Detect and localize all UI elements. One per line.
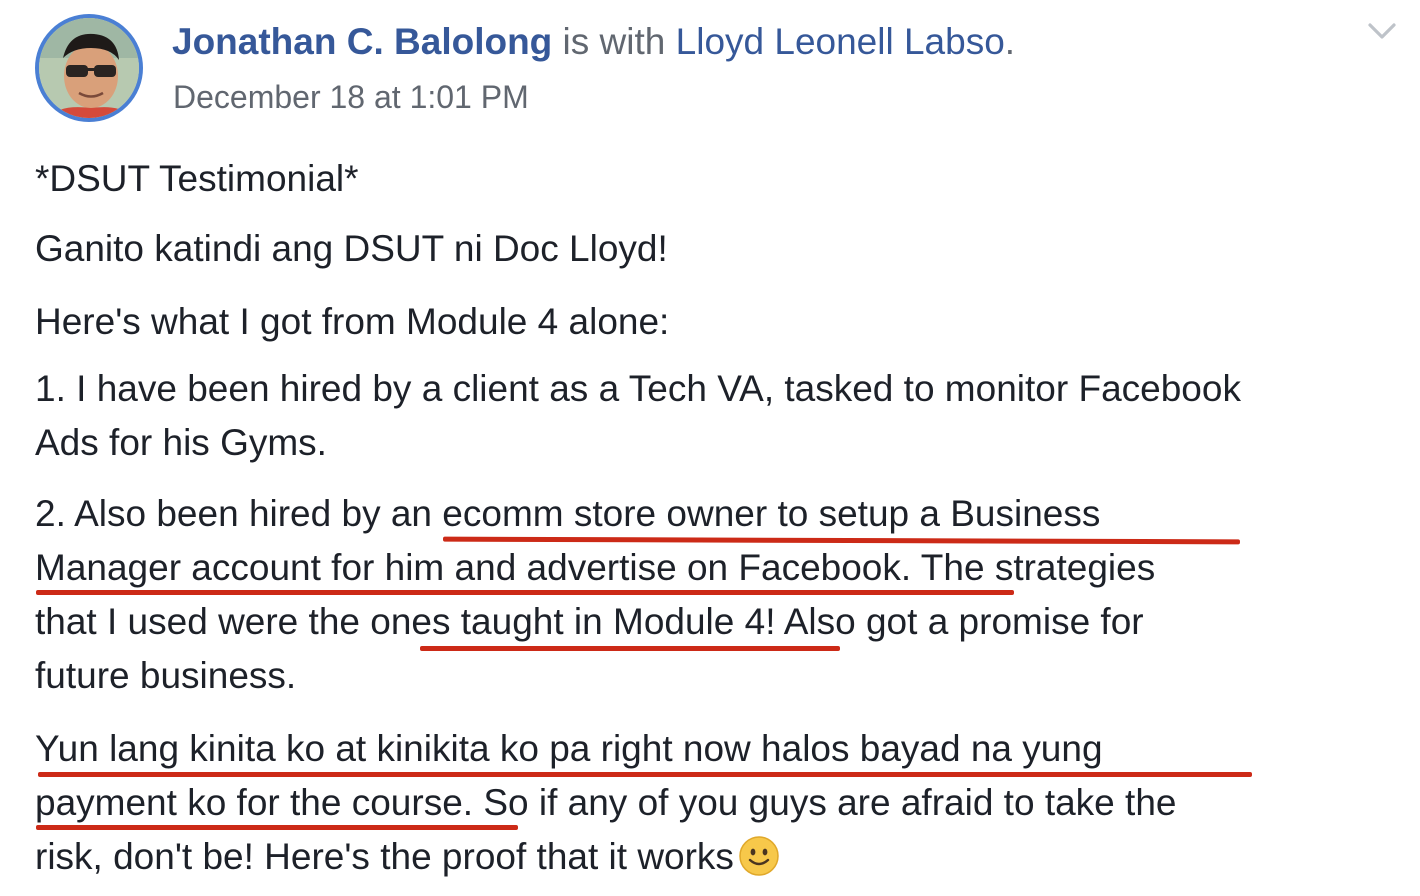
- testimonial-heading: *DSUT Testimonial*: [35, 158, 359, 199]
- item-1-line-2: Ads for his Gyms.: [35, 422, 327, 463]
- closing-line-1: Yun lang kinita ko at kinikita ko pa rig…: [35, 728, 1103, 769]
- closing-line-3-text: risk, don't be! Here's the proof that it…: [35, 836, 734, 877]
- smiley-emoji-icon: [739, 836, 779, 876]
- item-2-line-4: future business.: [35, 655, 297, 696]
- paragraph-closing: Yun lang kinita ko at kinikita ko pa rig…: [35, 722, 1176, 884]
- chevron-down-icon[interactable]: [1364, 16, 1400, 46]
- paragraph-intro: Ganito katindi ang DSUT ni Doc Lloyd!: [35, 228, 668, 269]
- post-timestamp[interactable]: December 18 at 1:01 PM: [173, 74, 529, 120]
- avatar-photo: [39, 18, 139, 118]
- paragraph-module: Here's what I got from Module 4 alone:: [35, 301, 670, 342]
- paragraph-item-2: 2. Also been hired by an ecomm store own…: [35, 487, 1155, 703]
- item-2-line-2: Manager account for him and advertise on…: [35, 547, 1156, 588]
- highlight-underline-5: [36, 825, 518, 830]
- author-name-link[interactable]: Jonathan C. Balolong: [172, 21, 552, 62]
- highlight-underline-4: [38, 772, 1252, 777]
- paragraph-item-1: 1. I have been hired by a client as a Te…: [35, 362, 1241, 470]
- closing-line-3: risk, don't be! Here's the proof that it…: [35, 830, 1176, 884]
- author-avatar[interactable]: [35, 14, 143, 122]
- post-header: Jonathan C. Balolong is with Lloyd Leone…: [172, 16, 1015, 68]
- item-2-line-1: 2. Also been hired by an ecomm store own…: [35, 493, 1101, 534]
- item-2-line-3: that I used were the ones taught in Modu…: [35, 601, 1144, 642]
- highlight-underline-2: [36, 590, 1014, 595]
- highlight-underline-3: [420, 646, 840, 651]
- tagged-user-link[interactable]: Lloyd Leonell Labso: [676, 21, 1005, 62]
- facebook-post: Jonathan C. Balolong is with Lloyd Leone…: [0, 0, 1420, 896]
- with-text: is with: [552, 21, 676, 62]
- item-1-line-1: 1. I have been hired by a client as a Te…: [35, 368, 1241, 409]
- header-period: .: [1004, 21, 1016, 62]
- closing-line-2: payment ko for the course. So if any of …: [35, 782, 1177, 823]
